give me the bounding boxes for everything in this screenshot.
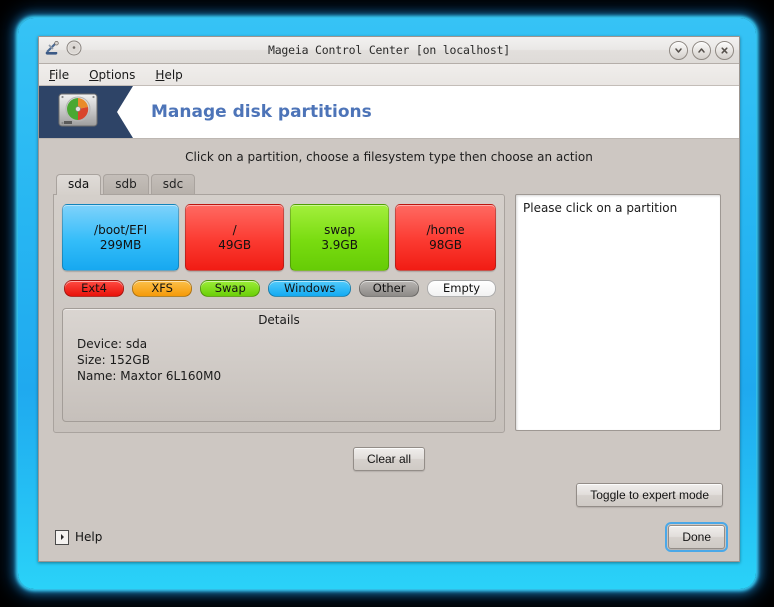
tab-sdc[interactable]: sdc (151, 174, 195, 194)
close-button[interactable] (715, 41, 734, 60)
details-title: Details (63, 309, 495, 327)
legend-other[interactable]: Other (359, 280, 419, 297)
partition-home[interactable]: /home 98GB (395, 204, 496, 271)
partition-size: 299MB (100, 238, 142, 253)
menu-options-mnemonic: O (89, 68, 98, 82)
info-panel-message: Please click on a partition (523, 201, 713, 215)
clear-all-row: Clear all (53, 447, 725, 471)
window-body: Click on a partition, choose a filesyste… (39, 139, 739, 561)
partition-root[interactable]: / 49GB (185, 204, 284, 271)
tab-sdb[interactable]: sdb (103, 174, 149, 194)
banner-arrow-shape (117, 86, 133, 138)
application-window: Mageia Control Center [on localhost] (38, 36, 740, 562)
partition-size: 98GB (429, 238, 462, 253)
legend-swap[interactable]: Swap (200, 280, 260, 297)
minimize-button[interactable] (669, 41, 688, 60)
footer-row: Help Done (53, 525, 725, 561)
instruction-text: Click on a partition, choose a filesyste… (53, 139, 725, 173)
titlebar[interactable]: Mageia Control Center [on localhost] (39, 37, 739, 64)
partition-size: 49GB (218, 238, 251, 253)
tab-sda[interactable]: sda (56, 174, 101, 195)
legend-ext4[interactable]: Ext4 (64, 280, 124, 297)
menu-file[interactable]: File (49, 68, 69, 82)
expert-mode-row: Toggle to expert mode (53, 483, 725, 507)
partition-swap[interactable]: swap 3.9GB (290, 204, 389, 271)
menu-help[interactable]: Help (155, 68, 182, 82)
partition-mountpoint: /boot/EFI (94, 223, 147, 238)
disk-tabs: sda sdb sdc (53, 173, 725, 194)
partition-mountpoint: swap (324, 223, 355, 238)
partition-mountpoint: /home (427, 223, 465, 238)
details-name: Name: Maxtor 6L160M0 (77, 368, 495, 384)
menu-help-rest: elp (164, 68, 182, 82)
partition-bar: /boot/EFI 299MB / 49GB swap 3.9GB /hom (62, 204, 496, 271)
menu-options-rest: ptions (99, 68, 136, 82)
disk-layout-panel: /boot/EFI 299MB / 49GB swap 3.9GB /hom (53, 194, 505, 433)
window-title: Mageia Control Center [on localhost] (39, 43, 739, 57)
help-link[interactable]: Help (55, 530, 102, 545)
legend-empty[interactable]: Empty (427, 280, 496, 297)
banner-icon-badge (39, 86, 117, 138)
details-content: Device: sda Size: 152GB Name: Maxtor 6L1… (63, 327, 495, 384)
partition-size: 3.9GB (321, 238, 358, 253)
help-label: Help (75, 530, 102, 544)
app-banner: Manage disk partitions (39, 86, 739, 139)
menu-file-rest: ile (55, 68, 69, 82)
hard-disk-pie-icon (56, 90, 100, 134)
details-size: Size: 152GB (77, 352, 495, 368)
window-menu-icon[interactable] (66, 40, 82, 60)
help-arrow-icon (55, 530, 69, 545)
action-info-panel[interactable]: Please click on a partition (515, 194, 721, 431)
panels-row: /boot/EFI 299MB / 49GB swap 3.9GB /hom (53, 194, 725, 433)
menu-options[interactable]: Options (89, 68, 135, 82)
details-groupbox: Details Device: sda Size: 152GB Name: Ma… (62, 308, 496, 422)
done-button[interactable]: Done (668, 525, 725, 549)
titlebar-left-icons (44, 40, 82, 60)
tools-icon[interactable] (44, 41, 61, 60)
legend-xfs[interactable]: XFS (132, 280, 192, 297)
menubar: File Options Help (39, 64, 739, 86)
desktop-background: Mageia Control Center [on localhost] (0, 0, 774, 607)
partition-boot-efi[interactable]: /boot/EFI 299MB (62, 204, 179, 271)
details-device: Device: sda (77, 336, 495, 352)
partition-mountpoint: / (233, 223, 237, 238)
toggle-expert-mode-button[interactable]: Toggle to expert mode (576, 483, 723, 507)
maximize-button[interactable] (692, 41, 711, 60)
clear-all-button[interactable]: Clear all (353, 447, 425, 471)
titlebar-window-controls (669, 41, 734, 60)
page-title: Manage disk partitions (151, 102, 372, 122)
legend-windows[interactable]: Windows (268, 280, 351, 297)
filesystem-legend: Ext4 XFS Swap Windows Other Empty (62, 280, 496, 297)
